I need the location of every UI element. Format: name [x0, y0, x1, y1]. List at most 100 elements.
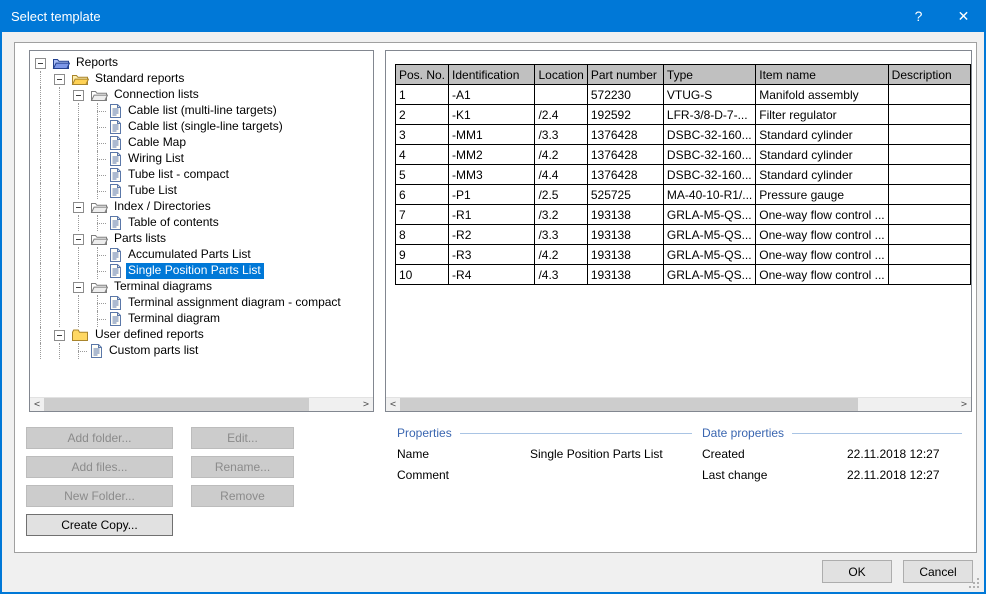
- tree-item[interactable]: Connection lists: [35, 87, 373, 103]
- table-cell: 193138: [587, 225, 663, 245]
- tree-item-label[interactable]: Reports: [74, 55, 121, 71]
- collapse-icon[interactable]: [54, 330, 65, 341]
- new-folder-button[interactable]: New Folder...: [26, 485, 173, 507]
- tree-item[interactable]: Standard reports: [35, 71, 373, 87]
- table-row[interactable]: 6-P1/2.5525725MA-40-10-R1/...Pressure ga…: [396, 185, 971, 205]
- scroll-right-icon[interactable]: >: [957, 398, 971, 411]
- tree-item-label[interactable]: Cable list (multi-line targets): [126, 103, 280, 119]
- tree-item[interactable]: Terminal diagrams: [35, 279, 373, 295]
- properties-section: Properties NameSingle Position Parts Lis…: [397, 426, 692, 482]
- scrollbar-thumb[interactable]: [400, 398, 858, 411]
- table-row[interactable]: 3-MM1/3.31376428DSBC-32-160...Standard c…: [396, 125, 971, 145]
- tree-item-label[interactable]: Single Position Parts List: [126, 263, 264, 279]
- table-row[interactable]: 1-A1 572230VTUG-SManifold assembly: [396, 85, 971, 105]
- tree-item-label[interactable]: Accumulated Parts List: [126, 247, 254, 263]
- tree-item-label[interactable]: Cable list (single-line targets): [126, 119, 286, 135]
- table-row[interactable]: 4-MM2/4.21376428DSBC-32-160...Standard c…: [396, 145, 971, 165]
- table-row[interactable]: 5-MM3/4.41376428DSBC-32-160...Standard c…: [396, 165, 971, 185]
- tree-item-label[interactable]: Terminal diagram: [126, 311, 223, 327]
- tree-item-label[interactable]: User defined reports: [93, 327, 207, 343]
- tree-item[interactable]: Table of contents: [35, 215, 373, 231]
- tree-item-label[interactable]: Tube List: [126, 183, 180, 199]
- document-icon: [109, 167, 122, 183]
- tree-indent-guide: [73, 119, 92, 135]
- tree-indent-guide: [54, 247, 73, 263]
- create-copy-button[interactable]: Create Copy...: [26, 514, 173, 536]
- table-cell: [888, 145, 970, 165]
- tree-indent-guide: [54, 231, 73, 247]
- collapse-icon[interactable]: [73, 234, 84, 245]
- tree-item[interactable]: Terminal assignment diagram - compact: [35, 295, 373, 311]
- tree-item-label[interactable]: Tube list - compact: [126, 167, 232, 183]
- tree-item[interactable]: Tube list - compact: [35, 167, 373, 183]
- tree-item[interactable]: Parts lists: [35, 231, 373, 247]
- table-cell: /3.3: [535, 125, 587, 145]
- close-icon[interactable]: ✕: [941, 0, 986, 32]
- table-row[interactable]: 9-R3/4.2193138GRLA-M5-QS...One-way flow …: [396, 245, 971, 265]
- tree-item-label[interactable]: Parts lists: [112, 231, 169, 247]
- document-icon: [109, 311, 122, 327]
- tree-item-label[interactable]: Cable Map: [126, 135, 189, 151]
- cancel-button[interactable]: Cancel: [903, 560, 973, 583]
- remove-button[interactable]: Remove: [191, 485, 294, 507]
- scrollbar-thumb[interactable]: [44, 398, 309, 411]
- table-cell: Manifold assembly: [756, 85, 888, 105]
- table-cell: [888, 205, 970, 225]
- tree-item[interactable]: Index / Directories: [35, 199, 373, 215]
- tree-item[interactable]: Accumulated Parts List: [35, 247, 373, 263]
- tree-item[interactable]: Tube List: [35, 183, 373, 199]
- collapse-icon[interactable]: [54, 74, 65, 85]
- table-row[interactable]: 8-R2/3.3193138GRLA-M5-QS...One-way flow …: [396, 225, 971, 245]
- collapse-icon[interactable]: [35, 58, 46, 69]
- table-horizontal-scrollbar[interactable]: < >: [386, 397, 971, 411]
- tree-item-label[interactable]: Terminal assignment diagram - compact: [126, 295, 344, 311]
- document-icon: [90, 343, 103, 359]
- resize-grip-icon[interactable]: [969, 578, 979, 588]
- tree-item[interactable]: Cable list (single-line targets): [35, 119, 373, 135]
- tree-item-label[interactable]: Table of contents: [126, 215, 222, 231]
- tree-connector: [92, 311, 109, 327]
- table-cell: Standard cylinder: [756, 125, 888, 145]
- scroll-left-icon[interactable]: <: [386, 398, 400, 411]
- table-cell: 525725: [587, 185, 663, 205]
- tree-item-label[interactable]: Standard reports: [93, 71, 187, 87]
- tree-item[interactable]: Wiring List: [35, 151, 373, 167]
- table-cell: [888, 105, 970, 125]
- scroll-left-icon[interactable]: <: [30, 398, 44, 411]
- edit-button[interactable]: Edit...: [191, 427, 294, 449]
- collapse-icon[interactable]: [73, 202, 84, 213]
- column-header: Pos. No.: [396, 65, 449, 85]
- date-properties-title: Date properties: [702, 426, 784, 440]
- table-cell: -P1: [449, 185, 535, 205]
- add-folder-button[interactable]: Add folder...: [26, 427, 173, 449]
- add-files-button[interactable]: Add files...: [26, 456, 173, 478]
- last-change-value: 22.11.2018 12:27: [847, 468, 940, 482]
- tree-item[interactable]: Single Position Parts List: [35, 263, 373, 279]
- table-row[interactable]: 2-K1/2.4192592LFR-3/8-D-7-...Filter regu…: [396, 105, 971, 125]
- tree-item-label[interactable]: Terminal diagrams: [112, 279, 215, 295]
- tree-item-label[interactable]: Index / Directories: [112, 199, 214, 215]
- tree-indent-guide: [54, 135, 73, 151]
- tree-item-label[interactable]: Wiring List: [126, 151, 187, 167]
- table-cell: 3: [396, 125, 449, 145]
- scroll-right-icon[interactable]: >: [359, 398, 373, 411]
- tree-horizontal-scrollbar[interactable]: < >: [30, 397, 373, 411]
- collapse-icon[interactable]: [73, 282, 84, 293]
- collapse-icon[interactable]: [73, 90, 84, 101]
- table-row[interactable]: 10-R4/4.3193138GRLA-M5-QS...One-way flow…: [396, 265, 971, 285]
- tree-item-label[interactable]: Custom parts list: [107, 343, 201, 359]
- tree-item[interactable]: Cable Map: [35, 135, 373, 151]
- tree-item[interactable]: Terminal diagram: [35, 311, 373, 327]
- tree-item[interactable]: Cable list (multi-line targets): [35, 103, 373, 119]
- table-row[interactable]: 7-R1/3.2193138GRLA-M5-QS...One-way flow …: [396, 205, 971, 225]
- tree-item-label[interactable]: Connection lists: [112, 87, 202, 103]
- folder-open-gray-icon: [90, 232, 108, 246]
- ok-button[interactable]: OK: [822, 560, 892, 583]
- help-icon[interactable]: ?: [896, 0, 941, 32]
- tree-item[interactable]: User defined reports: [35, 327, 373, 343]
- tree-item[interactable]: Reports: [35, 55, 373, 71]
- table-cell: Standard cylinder: [756, 165, 888, 185]
- table-cell: 193138: [587, 265, 663, 285]
- tree-item[interactable]: Custom parts list: [35, 343, 373, 359]
- rename-button[interactable]: Rename...: [191, 456, 294, 478]
